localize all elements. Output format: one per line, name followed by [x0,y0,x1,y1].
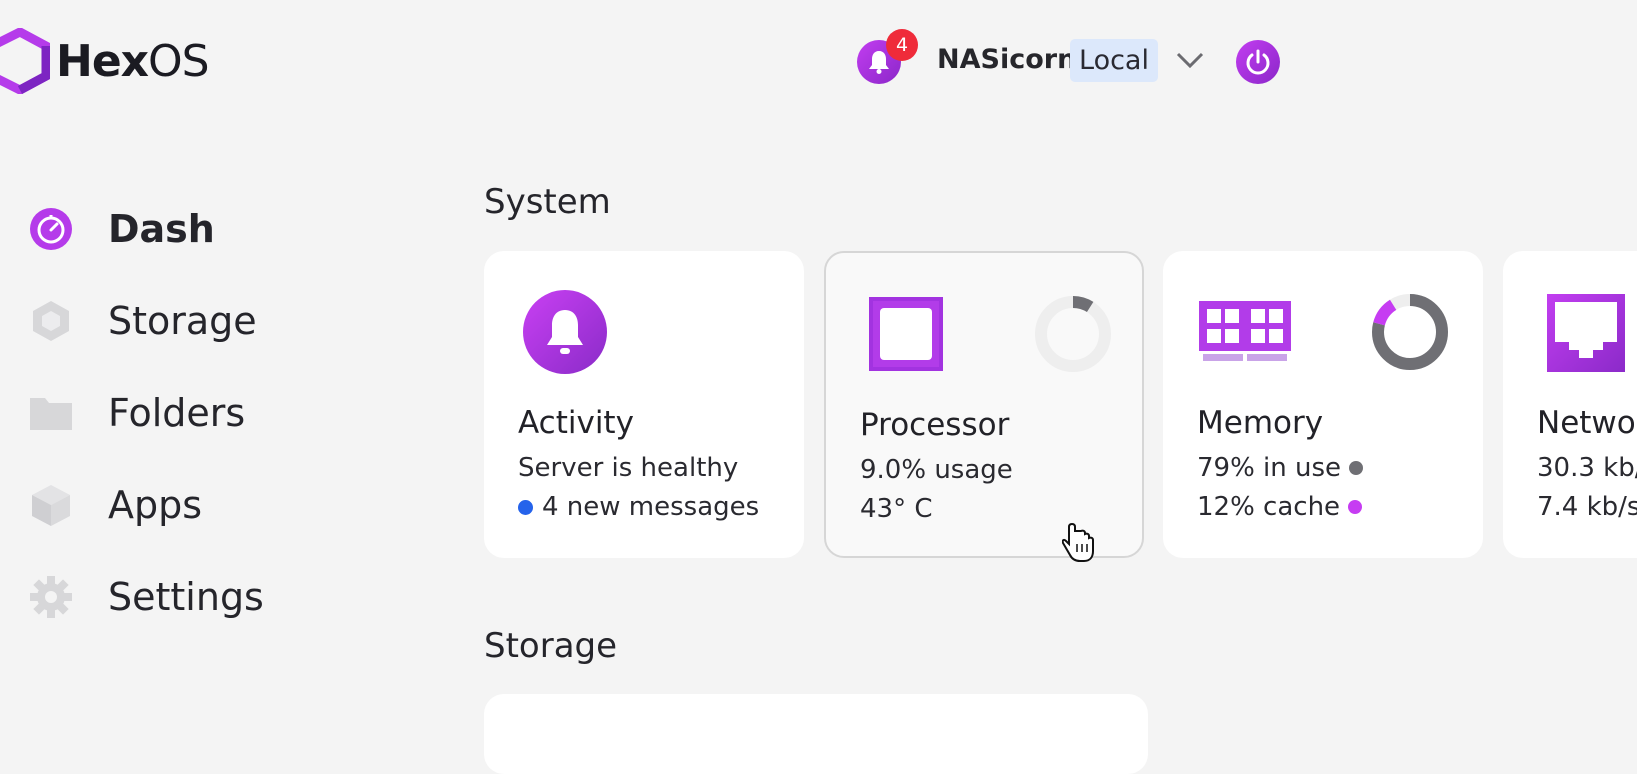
card-title: Processor [860,407,1010,443]
notification-count-badge: 4 [886,29,918,61]
sidebar-item-apps[interactable]: Apps [28,475,202,535]
cpu-usage-ring [1033,294,1113,378]
hexagon-icon [28,298,74,344]
sidebar-item-label: Dash [108,207,215,251]
memory-cache-text: 12% cache [1197,492,1341,522]
memory-usage-ring [1370,292,1450,376]
card-title: Activity [518,405,634,441]
activity-status: Server is healthy [518,453,739,483]
cache-legend-dot [1348,500,1363,514]
gear-icon [28,574,74,620]
card-title: Memory [1197,405,1324,441]
power-button[interactable] [1236,40,1280,84]
memory-card[interactable]: Memory 79% in use 12% cache [1163,251,1483,558]
sidebar-item-dash[interactable]: Dash [28,199,215,259]
cube-icon [28,482,74,528]
ethernet-port-icon [1547,294,1625,376]
unread-dot-icon [518,499,533,515]
cpu-temperature: 43° C [860,494,933,524]
hand-pointer-cursor-icon [1061,522,1096,566]
server-menu-chevron-down-icon[interactable] [1175,47,1205,73]
server-name: NASicorn [937,44,1077,75]
dashboard-gauge-icon [28,206,74,252]
in-use-legend-dot [1349,461,1364,475]
sidebar-item-label: Folders [108,391,246,435]
sidebar-item-label: Settings [108,575,264,619]
hexagon-logo-icon [0,28,50,94]
power-icon [1246,49,1270,75]
messages-count-text: 4 new messages [542,492,760,522]
environment-badge: Local [1070,39,1158,82]
storage-section-title: Storage [484,626,618,666]
network-download-rate: 30.3 kb/s [1537,453,1637,483]
brand-name: HexOS [56,35,210,87]
memory-in-use-text: 79% in use [1197,453,1342,483]
sidebar-item-label: Apps [108,483,203,527]
sidebar-item-label: Storage [108,299,257,343]
memory-cache: 12% cache [1197,492,1363,522]
system-section-title: System [484,182,611,222]
sidebar-item-settings[interactable]: Settings [28,567,264,627]
activity-card[interactable]: Activity Server is healthy 4 new message… [484,251,804,558]
sidebar-item-storage[interactable]: Storage [28,291,257,351]
memory-in-use: 79% in use [1197,453,1364,483]
cpu-usage: 9.0% usage [860,455,1013,485]
network-card[interactable]: Network 30.3 kb/s 7.4 kb/s [1503,251,1637,558]
bell-icon [869,51,889,74]
card-title: Network [1537,405,1637,441]
bell-icon [523,290,607,378]
storage-card[interactable] [484,694,1148,774]
memory-ram-icon [1199,301,1291,369]
cpu-chip-icon [869,297,943,375]
network-upload-rate: 7.4 kb/s [1537,492,1637,522]
processor-card[interactable]: Processor 9.0% usage 43° C [824,251,1144,558]
hexos-logo[interactable]: HexOS [0,28,210,94]
sidebar-item-folders[interactable]: Folders [28,383,245,443]
folder-icon [28,390,74,436]
activity-messages: 4 new messages [518,492,759,522]
